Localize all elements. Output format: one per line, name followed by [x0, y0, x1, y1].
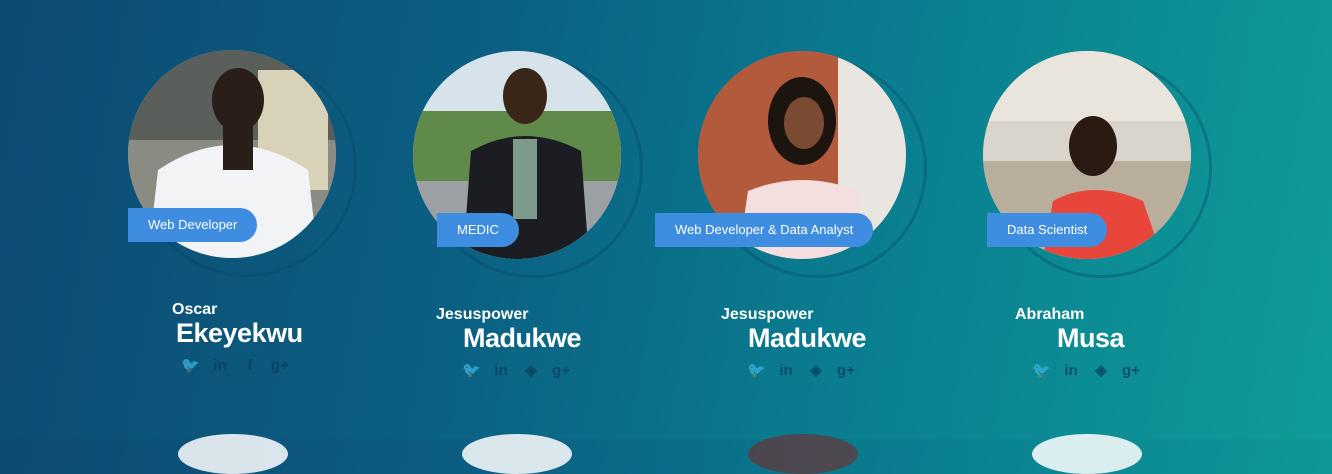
google-plus-icon[interactable]: g+ [552, 362, 570, 380]
stack-icon[interactable]: ◈ [522, 362, 540, 380]
first-name: Jesuspower [436, 306, 529, 323]
social-links: 🐦 in ◈ g+ [462, 362, 570, 380]
role-badge: Data Scientist [987, 213, 1108, 247]
next-row-avatar-peek [462, 434, 572, 474]
next-row-avatar-peek [748, 434, 858, 474]
role-badge: Web Developer & Data Analyst [655, 213, 874, 247]
linkedin-icon[interactable]: in [1062, 362, 1080, 380]
linkedin-icon[interactable]: in [492, 362, 510, 380]
first-name: Jesuspower [721, 306, 814, 323]
role-badge: MEDIC [437, 213, 519, 247]
social-links: 🐦 in ◈ g+ [1032, 362, 1140, 380]
stack-icon[interactable]: ◈ [807, 362, 825, 380]
google-plus-icon[interactable]: g+ [837, 362, 855, 380]
twitter-icon[interactable]: 🐦 [462, 362, 481, 380]
twitter-icon[interactable]: 🐦 [747, 362, 766, 380]
stack-icon[interactable]: ◈ [1092, 362, 1110, 380]
last-name: Madukwe [748, 323, 867, 353]
social-links: 🐦 in ◈ g+ [747, 362, 855, 380]
last-name: Madukwe [463, 323, 582, 353]
next-row-avatar-peek [1032, 434, 1142, 474]
linkedin-icon[interactable]: in [777, 362, 795, 380]
next-row-avatar-peek [178, 434, 288, 474]
google-plus-icon[interactable]: g+ [1122, 362, 1140, 380]
twitter-icon[interactable]: 🐦 [1032, 362, 1051, 380]
first-name: Abraham [1015, 306, 1085, 323]
team-card-abraham: Data Scientist Abraham Musa 🐦 in ◈ g+ [0, 0, 1212, 439]
last-name: Musa [1057, 323, 1125, 353]
